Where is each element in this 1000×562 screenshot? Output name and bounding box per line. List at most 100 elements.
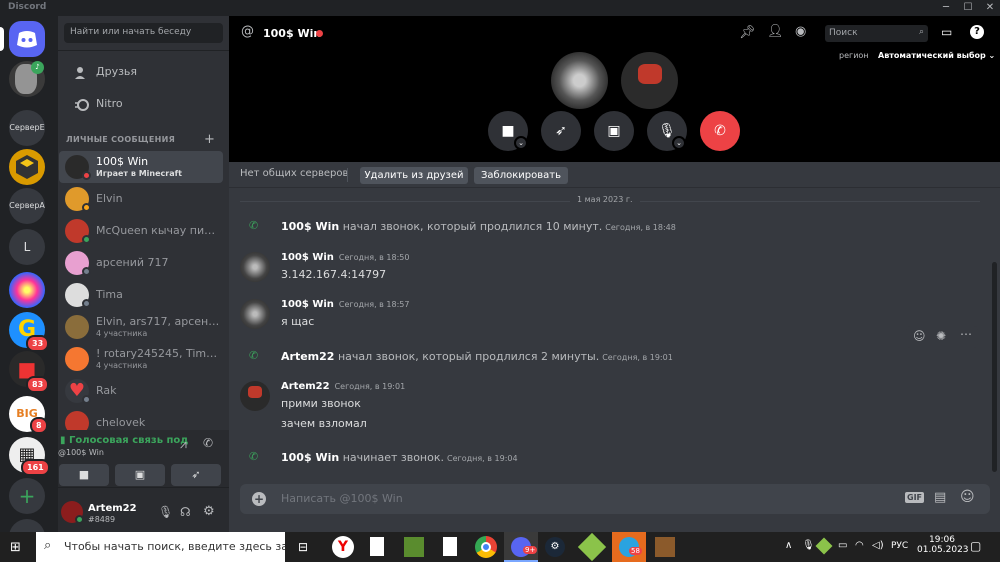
- tray-chevron-icon[interactable]: ∧: [785, 540, 792, 551]
- activity-call-button[interactable]: ➶: [541, 111, 581, 151]
- home-button[interactable]: [9, 21, 45, 57]
- crafting-app-icon[interactable]: [655, 537, 675, 557]
- chevron-down-icon[interactable]: ⌄: [514, 136, 528, 150]
- explore-button[interactable]: [9, 519, 45, 532]
- add-friend-icon[interactable]: 👤︎: [767, 24, 784, 39]
- dm-item[interactable]: ♥ Rak: [59, 375, 223, 407]
- task-view-icon[interactable]: ⊟: [298, 540, 308, 554]
- notifications-icon[interactable]: ▢: [970, 539, 981, 553]
- dm-group-item[interactable]: ! rotary245245, Tima, ... 4 участника: [59, 343, 223, 375]
- server-a[interactable]: СерверA: [9, 188, 45, 224]
- video-button[interactable]: ■: [59, 464, 109, 486]
- server-colorful[interactable]: [9, 272, 45, 308]
- mic-icon[interactable]: 🎙︎: [158, 505, 173, 519]
- file-icon[interactable]: [370, 537, 384, 556]
- tray-mic-icon[interactable]: 🎙︎: [802, 540, 815, 551]
- tray-network-icon[interactable]: ▭: [838, 540, 847, 551]
- volume-icon[interactable]: ◁): [872, 540, 884, 551]
- message-author[interactable]: 100$ Win: [281, 252, 334, 263]
- avatar[interactable]: [240, 299, 270, 329]
- activity-button[interactable]: ➶: [171, 464, 221, 486]
- message-input[interactable]: Написать @100$ Win: [281, 492, 403, 505]
- yandex-icon[interactable]: Y: [332, 536, 354, 558]
- notepad-icon[interactable]: [443, 537, 457, 556]
- dm-name: Tima: [96, 288, 123, 301]
- dm-item[interactable]: McQueen кычау пид...: [59, 215, 223, 247]
- windows-start-icon[interactable]: ⊞: [10, 540, 21, 555]
- screen-icon: ▣: [134, 468, 146, 481]
- dm-item[interactable]: Elvin: [59, 183, 223, 215]
- region-select[interactable]: Автоматический выбор ⌄: [878, 51, 995, 60]
- noise-suppression-icon[interactable]: ⩘: [180, 437, 187, 452]
- message-author[interactable]: 100$ Win: [281, 220, 339, 233]
- dm-item[interactable]: арсений 717: [59, 247, 223, 279]
- emoji-icon[interactable]: ☺: [960, 489, 975, 505]
- chevron-down-icon[interactable]: ⌄: [672, 136, 686, 150]
- green-app-icon[interactable]: [577, 532, 607, 562]
- speaker-icon: ♪: [31, 61, 44, 74]
- screen-share-button[interactable]: ▣: [115, 464, 165, 486]
- settings-gear-icon[interactable]: ⚙: [203, 504, 215, 519]
- minimize-button[interactable]: ─: [936, 0, 956, 16]
- taskbar-search[interactable]: ⌕ Чтобы начать поиск, введите здесь запр…: [36, 532, 285, 562]
- server-e[interactable]: СерверE: [9, 110, 45, 146]
- search-input[interactable]: Поиск ⌕: [825, 25, 928, 42]
- dm-item[interactable]: Tima: [59, 279, 223, 311]
- system-message: ✆ Artem22 начал звонок, который продлилс…: [240, 349, 980, 363]
- remove-friend-button[interactable]: Удалить из друзей: [360, 167, 468, 184]
- attach-plus-icon[interactable]: +: [252, 492, 266, 506]
- maximize-button[interactable]: ☐: [958, 0, 978, 16]
- camera-icon: ■: [501, 123, 515, 139]
- gif-button[interactable]: GIF: [905, 492, 925, 503]
- wifi-icon[interactable]: ◠: [855, 540, 864, 551]
- inbox-icon[interactable]: ▭: [941, 25, 952, 39]
- add-server-button[interactable]: +: [9, 478, 45, 514]
- voice-status[interactable]: ▮ Голосовая связь под: [60, 435, 188, 446]
- profile-icon[interactable]: ◉: [795, 24, 806, 39]
- sticker-icon[interactable]: ▤: [934, 490, 946, 505]
- more-options-icon[interactable]: ⋯: [960, 327, 972, 341]
- tray-app-icon[interactable]: [815, 537, 833, 555]
- mention-badge: 33: [26, 335, 50, 352]
- windows-taskbar: ⊞ ⌕ Чтобы начать поиск, введите здесь за…: [0, 532, 1000, 562]
- steam-icon[interactable]: ⚙: [545, 537, 565, 557]
- server-l[interactable]: L: [9, 229, 45, 265]
- chrome-icon[interactable]: [475, 536, 497, 558]
- close-window-button[interactable]: ✕: [980, 0, 1000, 16]
- dm-group-item[interactable]: Elvin, ars717, арсени... 4 участника: [59, 311, 223, 343]
- message-author[interactable]: Artem22: [281, 350, 334, 363]
- screen-share-call-button[interactable]: ▣: [594, 111, 634, 151]
- find-conversation-button[interactable]: Найти или начать беседу: [64, 23, 223, 43]
- rocket-icon: ➶: [191, 468, 201, 481]
- block-button[interactable]: Заблокировать: [474, 167, 568, 184]
- avatar[interactable]: [240, 381, 270, 411]
- hangup-button[interactable]: ✆: [700, 111, 740, 151]
- add-reaction-icon[interactable]: ☺: [913, 329, 926, 343]
- user-tag: #8489: [88, 515, 116, 524]
- status-offline: [82, 299, 91, 308]
- timestamp: Сегодня, в 19:01: [602, 353, 673, 362]
- message-author[interactable]: Artem22: [281, 381, 330, 392]
- minecraft-icon[interactable]: [404, 537, 424, 557]
- nav-friends[interactable]: Друзья: [66, 59, 223, 87]
- super-reaction-icon[interactable]: ✺: [936, 329, 946, 343]
- nav-nitro[interactable]: Nitro: [66, 91, 223, 119]
- dm-name: ! rotary245245, Tima, ...: [96, 347, 220, 360]
- clock[interactable]: 19:06 01.05.2023: [917, 535, 969, 555]
- headphones-icon[interactable]: ☊: [180, 505, 191, 519]
- discord-taskbar-button[interactable]: 9+: [504, 532, 538, 562]
- create-dm-plus-icon[interactable]: +: [204, 132, 215, 147]
- timestamp: Сегодня, в 18:50: [338, 253, 410, 262]
- scrollbar[interactable]: [992, 262, 997, 472]
- dm-item[interactable]: 100$ Win Играет в Minecraft: [59, 151, 223, 183]
- disconnect-icon[interactable]: ✆: [203, 436, 213, 450]
- message-author[interactable]: 100$ Win: [281, 451, 339, 464]
- telegram-taskbar-button[interactable]: 58: [612, 532, 646, 562]
- language-indicator[interactable]: РУС: [891, 541, 908, 551]
- avatar[interactable]: [240, 252, 270, 282]
- pin-icon[interactable]: 📌︎: [739, 25, 756, 40]
- message-author[interactable]: 100$ Win: [281, 299, 334, 310]
- help-icon[interactable]: ?: [970, 25, 984, 39]
- message-composer[interactable]: + Написать @100$ Win GIF ▤ ☺: [240, 484, 990, 514]
- server-gold-icon[interactable]: [9, 149, 45, 185]
